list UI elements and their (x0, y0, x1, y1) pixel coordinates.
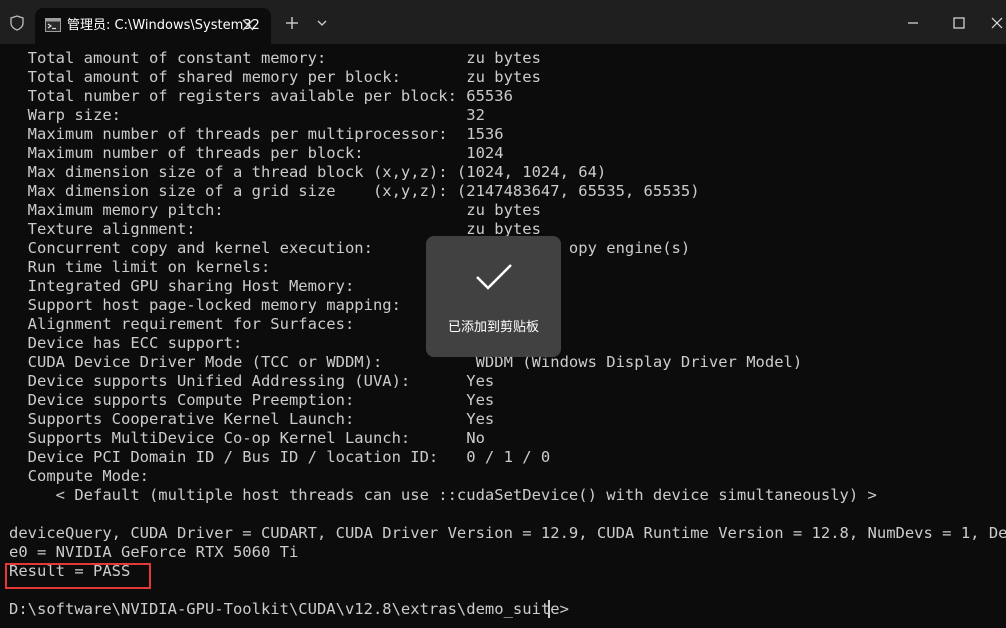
result-highlight-box (5, 563, 151, 589)
close-tab-icon[interactable] (241, 18, 255, 32)
terminal-tab[interactable]: 管理员: C:\Windows\System32 (35, 8, 271, 44)
terminal-line: Total number of registers available per … (9, 87, 513, 105)
title-bar: 管理员: C:\Windows\System32 (0, 0, 1006, 44)
terminal-line: deviceQuery, CUDA Driver = CUDART, CUDA … (9, 524, 1006, 542)
toast-message: 已添加到剪贴板 (447, 320, 539, 335)
terminal-line: Warp size: 32 (9, 106, 485, 124)
new-tab-icon[interactable] (283, 14, 301, 32)
terminal-line: Alignment requirement for Surfaces: (9, 315, 355, 333)
terminal-line: Maximum number of threads per block: 102… (9, 144, 504, 162)
terminal-line: Supports MultiDevice Co-op Kernel Launch… (9, 429, 485, 447)
checkmark-icon (476, 264, 512, 290)
close-window-icon[interactable] (990, 15, 1006, 31)
terminal-line: < Default (multiple host threads can use… (9, 486, 877, 504)
terminal-line: Supports Cooperative Kernel Launch: Yes (9, 410, 495, 428)
text-cursor (548, 600, 550, 618)
terminal-line: Integrated GPU sharing Host Memory: (9, 277, 355, 295)
terminal-line: D:\software\NVIDIA-GPU-Toolkit\CUDA\v12.… (9, 600, 569, 618)
terminal-line: Concurrent copy and kernel execution: op… (9, 239, 691, 257)
terminal-line: e0 = NVIDIA GeForce RTX 5060 Ti (9, 543, 299, 561)
terminal-line: Compute Mode: (9, 467, 149, 485)
terminal-line: Run time limit on kernels: (9, 258, 271, 276)
terminal-line: Maximum memory pitch: zu bytes (9, 201, 541, 219)
tab-title: 管理员: C:\Windows\System32 (67, 18, 260, 33)
terminal-line: Maximum number of threads per multiproce… (9, 125, 504, 143)
terminal-line: CUDA Device Driver Mode (TCC or WDDM): W… (9, 353, 803, 371)
shield-icon (10, 15, 24, 31)
maximize-icon[interactable] (951, 15, 967, 31)
terminal-line: Device supports Compute Preemption: Yes (9, 391, 495, 409)
terminal-icon (45, 18, 61, 32)
clipboard-toast: 已添加到剪贴板 (426, 236, 561, 357)
terminal-line: Device has ECC support: (9, 334, 243, 352)
terminal-line: Max dimension size of a thread block (x,… (9, 163, 607, 181)
terminal-line: Max dimension size of a grid size (x,y,z… (9, 182, 700, 200)
chevron-down-icon[interactable] (315, 17, 329, 29)
terminal-line: Device PCI Domain ID / Bus ID / location… (9, 448, 551, 466)
terminal-line: Total amount of shared memory per block:… (9, 68, 541, 86)
terminal-line: Support host page-locked memory mapping: (9, 296, 401, 314)
terminal-line: Total amount of constant memory: zu byte… (9, 49, 541, 67)
minimize-icon[interactable] (905, 15, 921, 31)
terminal-line: Device supports Unified Addressing (UVA)… (9, 372, 495, 390)
